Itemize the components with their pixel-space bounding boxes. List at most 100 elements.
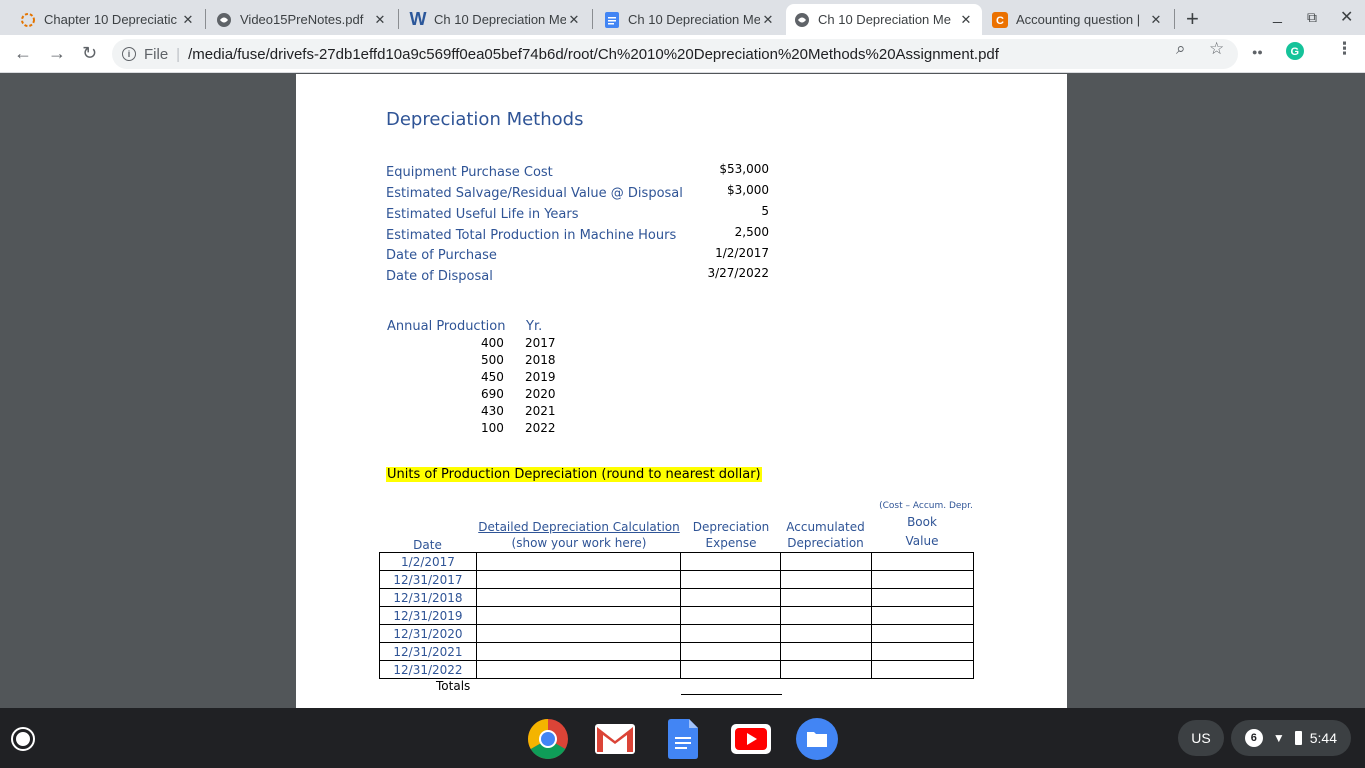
production-hours: 450 xyxy=(481,370,504,384)
minimize-icon[interactable]: _ xyxy=(1273,7,1282,25)
expense-cell xyxy=(680,588,781,607)
date-cell: 12/31/2020 xyxy=(379,624,477,643)
divider: | xyxy=(176,45,181,63)
production-year: 2020 xyxy=(525,387,556,401)
restore-icon[interactable]: ⧉ xyxy=(1307,9,1317,26)
production-year: 2017 xyxy=(525,336,556,350)
info-value: 3/27/2022 xyxy=(707,266,769,280)
expense-cell xyxy=(680,660,781,679)
accumulated-header: Accumulated xyxy=(786,520,865,534)
launcher-icon[interactable] xyxy=(11,727,35,751)
table-row: 12/31/2017 xyxy=(379,570,974,589)
menu-kebab-icon[interactable]: ⋮ xyxy=(1336,39,1353,59)
tab-title: Ch 10 Depreciation Me xyxy=(628,12,760,27)
extension-icon[interactable]: ●● xyxy=(1252,47,1263,57)
clock: 5:44 xyxy=(1309,730,1337,746)
tab-word-doc[interactable]: W Ch 10 Depreciation Me ✕ xyxy=(402,4,590,35)
close-icon[interactable]: ✕ xyxy=(566,12,582,28)
accumulated-cell xyxy=(780,588,872,607)
browser-toolbar: ← → ↻ i File | /media/fuse/drivefs-27db1… xyxy=(0,35,1365,73)
files-icon[interactable] xyxy=(796,718,838,760)
totals-label: Totals xyxy=(436,679,471,693)
book-value-header: Book xyxy=(907,515,937,529)
production-hours: 690 xyxy=(481,387,504,401)
new-tab-plus-icon[interactable]: + xyxy=(1186,6,1199,32)
production-year: 2019 xyxy=(525,370,556,384)
chegg-icon: C xyxy=(992,11,1008,28)
close-icon[interactable]: ✕ xyxy=(372,12,388,28)
book-value-header: Value xyxy=(905,534,939,548)
expense-cell xyxy=(680,642,781,661)
expense-cell xyxy=(680,552,781,571)
youtube-icon[interactable] xyxy=(730,718,772,760)
depreciation-table: 1/2/2017 12/31/2017 12/31/2018 12/31/201… xyxy=(379,552,974,679)
wifi-icon: ▼ xyxy=(1272,731,1285,745)
table-row: 12/31/2018 xyxy=(379,588,974,607)
notification-count-badge: 6 xyxy=(1244,729,1263,747)
info-icon[interactable]: i xyxy=(122,47,136,61)
production-hours: 500 xyxy=(481,353,504,367)
table-row: 1/2/2017 xyxy=(379,552,974,571)
chrome-icon[interactable] xyxy=(527,718,569,760)
zoom-icon[interactable]: ⌕ xyxy=(1176,39,1186,59)
battery-icon xyxy=(1294,731,1302,745)
production-year: 2018 xyxy=(525,353,556,367)
date-cell: 1/2/2017 xyxy=(379,552,477,571)
calc-cell xyxy=(476,552,681,571)
word-icon: W xyxy=(409,9,427,29)
calc-cell xyxy=(476,660,681,679)
close-icon[interactable]: ✕ xyxy=(958,12,974,28)
tab-active-pdf[interactable]: Ch 10 Depreciation Me ✕ xyxy=(786,4,982,35)
book-value-cell xyxy=(871,606,974,625)
status-tray[interactable]: 6 ▼ 5:44 xyxy=(1230,720,1351,756)
forward-arrow-icon[interactable]: → xyxy=(48,43,66,64)
url-text[interactable]: /media/fuse/drivefs-27db1effd10a9c569ff0… xyxy=(188,46,999,63)
info-label: Estimated Useful Life in Years xyxy=(386,207,579,222)
accumulated-cell xyxy=(780,642,872,661)
info-value: 5 xyxy=(761,204,769,218)
bookmark-star-icon[interactable]: ☆ xyxy=(1209,39,1224,59)
tab-google-doc[interactable]: Ch 10 Depreciation Me ✕ xyxy=(596,4,784,35)
date-header: Date xyxy=(413,538,442,552)
tab-title: Accounting question | xyxy=(1016,12,1141,27)
production-year: 2022 xyxy=(525,421,556,435)
grammarly-icon[interactable]: G xyxy=(1286,42,1304,65)
tab-title: Chapter 10 Depreciatic xyxy=(44,12,177,27)
address-bar[interactable]: i File | /media/fuse/drivefs-27db1effd10… xyxy=(112,39,1238,69)
book-value-cell xyxy=(871,570,974,589)
accumulated-cell xyxy=(780,624,872,643)
gmail-icon[interactable] xyxy=(594,718,636,760)
tab-video15[interactable]: Video15PreNotes.pdf ✕ xyxy=(208,4,396,35)
reload-icon[interactable]: ↻ xyxy=(82,43,97,64)
tab-chegg[interactable]: C Accounting question | ✕ xyxy=(984,4,1172,35)
close-icon[interactable]: ✕ xyxy=(1148,12,1164,28)
units-of-production-heading: Units of Production Depreciation (round … xyxy=(386,467,762,482)
production-header: Annual Production xyxy=(387,319,506,334)
tab-title: Video15PreNotes.pdf xyxy=(240,12,364,27)
table-row: 12/31/2020 xyxy=(379,624,974,643)
calc-cell xyxy=(476,624,681,643)
calc-cell xyxy=(476,606,681,625)
accumulated-cell xyxy=(780,660,872,679)
google-docs-icon[interactable] xyxy=(662,718,704,760)
close-icon[interactable]: ✕ xyxy=(760,12,776,28)
back-arrow-icon[interactable]: ← xyxy=(14,43,32,64)
window-close-icon[interactable]: ✕ xyxy=(1340,7,1353,27)
date-cell: 12/31/2017 xyxy=(379,570,477,589)
year-header: Yr. xyxy=(526,319,543,334)
info-label: Equipment Purchase Cost xyxy=(386,165,553,180)
accumulated-header: Depreciation xyxy=(787,536,864,550)
input-method-indicator[interactable]: US xyxy=(1178,720,1224,756)
pdf-page: Depreciation Methods Equipment Purchase … xyxy=(296,74,1067,708)
date-cell: 12/31/2022 xyxy=(379,660,477,679)
tab-chapter-10[interactable]: Chapter 10 Depreciatic ✕ xyxy=(12,4,204,35)
google-docs-icon xyxy=(604,11,620,28)
tab-strip: Chapter 10 Depreciatic ✕ Video15PreNotes… xyxy=(0,0,1365,35)
book-value-cell xyxy=(871,642,974,661)
expense-cell xyxy=(680,624,781,643)
loading-ring-icon xyxy=(20,12,36,28)
expense-header: Expense xyxy=(705,536,757,550)
info-value: $53,000 xyxy=(719,162,769,176)
calc-cell xyxy=(476,642,681,661)
close-icon[interactable]: ✕ xyxy=(180,12,196,28)
